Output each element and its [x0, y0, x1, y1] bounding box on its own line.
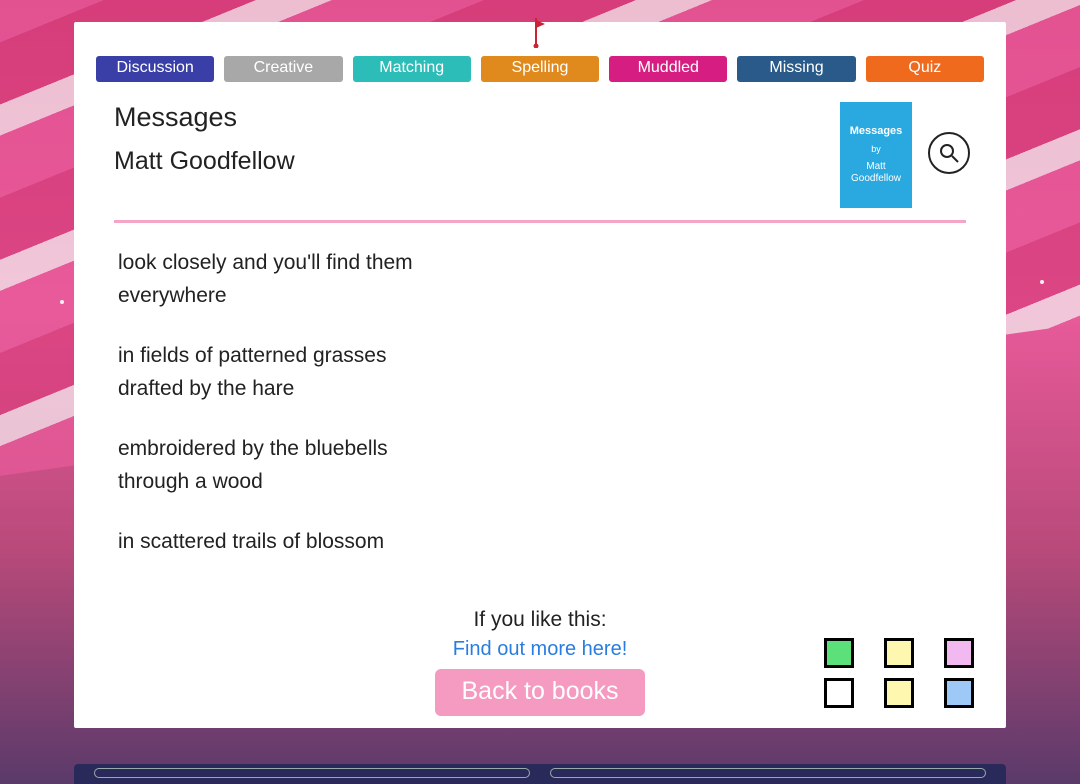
bottom-bar — [74, 764, 1006, 784]
stanza: in fields of patterned grassesdrafted by… — [118, 340, 962, 405]
stanza: embroidered by the bluebellsthrough a wo… — [118, 433, 962, 498]
stanza: look closely and you'll find themeverywh… — [118, 247, 962, 312]
content-card: Discussion Creative Matching Spelling Muddle… — [74, 22, 1006, 728]
tab-discussion[interactable]: Discussion — [96, 56, 214, 82]
find-out-more-link[interactable]: Find out more here! — [453, 638, 628, 661]
poem-line: in fields of patterned grasses — [118, 340, 962, 373]
thumb-author: Matt Goodfellow — [844, 161, 908, 185]
poem-author: Matt Goodfellow — [114, 147, 824, 176]
book-thumbnail[interactable]: Messages by Matt Goodfellow — [840, 102, 912, 208]
header-row: Messages Matt Goodfellow Messages by Mat… — [74, 82, 1006, 208]
flag-icon — [533, 18, 547, 48]
thumb-by: by — [871, 144, 881, 155]
poem-body: look closely and you'll find themeverywh… — [74, 223, 1006, 559]
color-swatch[interactable] — [884, 638, 914, 668]
magnifier-icon — [938, 142, 960, 164]
poem-title: Messages — [114, 102, 824, 133]
tab-muddled[interactable]: Muddled — [609, 56, 727, 82]
poem-line: everywhere — [118, 280, 962, 313]
color-swatch[interactable] — [884, 678, 914, 708]
color-swatch[interactable] — [824, 678, 854, 708]
color-swatch[interactable] — [944, 638, 974, 668]
stanza: in scattered trails of blossom — [118, 526, 962, 559]
color-swatch[interactable] — [824, 638, 854, 668]
tab-creative[interactable]: Creative — [224, 56, 342, 82]
bottom-slot[interactable] — [94, 768, 530, 778]
tab-quiz[interactable]: Quiz — [866, 56, 984, 82]
poem-line: drafted by the hare — [118, 373, 962, 406]
zoom-button[interactable] — [928, 132, 970, 174]
thumb-title: Messages — [850, 125, 903, 138]
bottom-slot[interactable] — [550, 768, 986, 778]
poem-line: look closely and you'll find them — [118, 247, 962, 280]
tab-matching[interactable]: Matching — [353, 56, 471, 82]
color-swatch[interactable] — [944, 678, 974, 708]
back-to-books-button[interactable]: Back to books — [435, 669, 644, 716]
like-label: If you like this: — [473, 608, 606, 632]
color-swatches — [824, 638, 976, 710]
tab-missing[interactable]: Missing — [737, 56, 855, 82]
poem-line: in scattered trails of blossom — [118, 526, 962, 559]
tab-spelling[interactable]: Spelling — [481, 56, 599, 82]
poem-line: embroidered by the bluebells — [118, 433, 962, 466]
poem-line: through a wood — [118, 466, 962, 499]
